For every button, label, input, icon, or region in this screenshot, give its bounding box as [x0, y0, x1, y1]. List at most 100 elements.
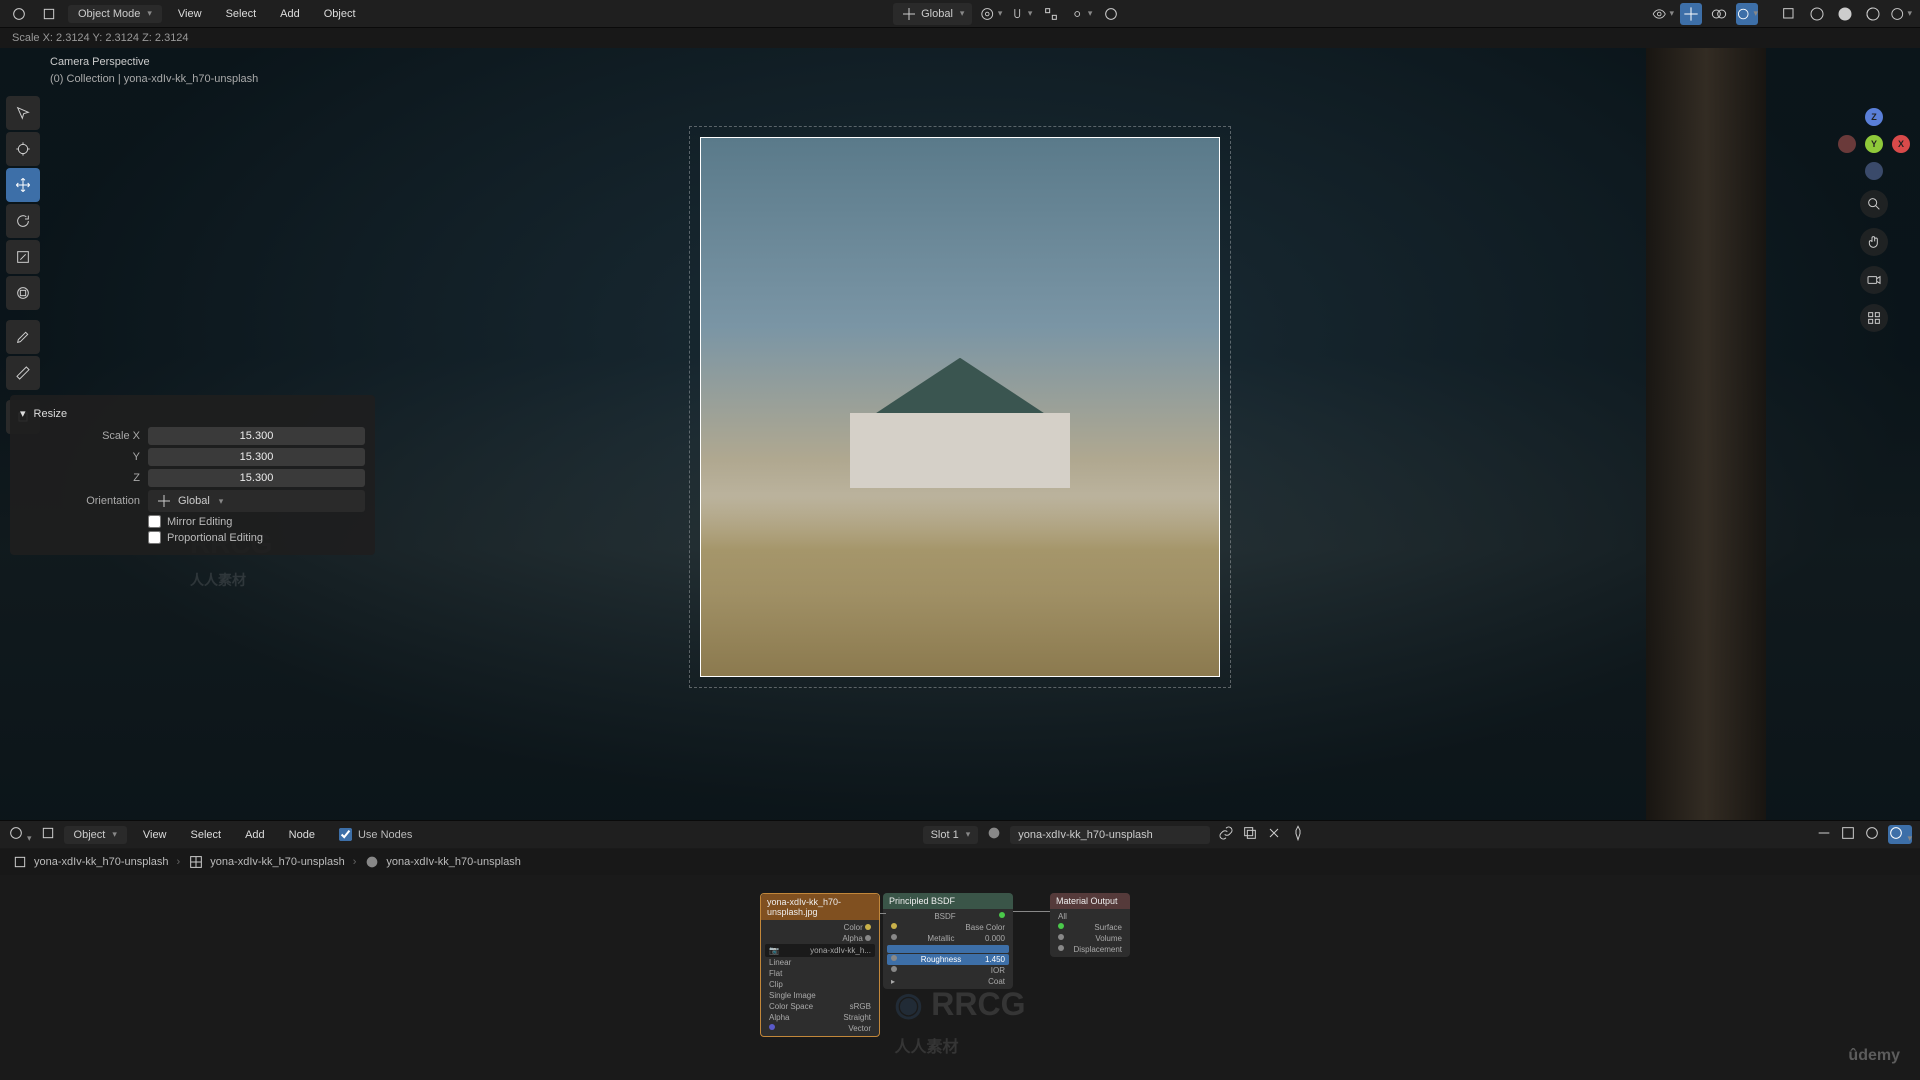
- tool-cursor[interactable]: [6, 132, 40, 166]
- material-copy-icon[interactable]: [1242, 825, 1258, 844]
- menu-add[interactable]: Add: [272, 5, 308, 23]
- node-overlays-icon[interactable]: [1888, 825, 1912, 844]
- menu-select[interactable]: Select: [218, 5, 265, 23]
- tool-scale[interactable]: [6, 240, 40, 274]
- node-right-icon-3[interactable]: [1864, 825, 1880, 844]
- node-image-texture[interactable]: yona-xdIv-kk_h70-unsplash.jpg Color Alph…: [760, 893, 880, 1037]
- node-editor[interactable]: yona-xdIv-kk_h70-unsplash.jpg Color Alph…: [0, 875, 1920, 1080]
- shading-material[interactable]: [1862, 3, 1884, 25]
- viewport-collection: (0) Collection | yona-xdIv-kk_h70-unspla…: [50, 71, 258, 88]
- material-link-icon[interactable]: [1218, 825, 1234, 844]
- zoom-icon[interactable]: [1860, 190, 1888, 218]
- breadcrumb-item-2[interactable]: yona-xdIv-kk_h70-unsplash: [188, 854, 345, 870]
- scale-y-label: Y: [20, 451, 140, 463]
- gizmo-axis-neg-z[interactable]: [1865, 162, 1883, 180]
- udemy-watermark: ûdemy: [1848, 1047, 1900, 1065]
- snap-dropdown[interactable]: [1010, 3, 1032, 25]
- chevron-right-icon: ›: [353, 856, 357, 868]
- gizmo-toggle[interactable]: [1680, 3, 1702, 25]
- gizmo-axis-y[interactable]: Y: [1865, 135, 1883, 153]
- mirror-editing-checkbox[interactable]: Mirror Editing: [148, 515, 232, 528]
- viewport-title: Camera Perspective: [50, 54, 258, 71]
- tool-select-box[interactable]: [6, 96, 40, 130]
- shading-solid[interactable]: [1834, 3, 1856, 25]
- tool-annotate[interactable]: [6, 320, 40, 354]
- proportional-edit-dropdown[interactable]: [1070, 3, 1092, 25]
- header-box-icon[interactable]: [38, 3, 60, 25]
- node-header-box-icon[interactable]: [40, 825, 56, 844]
- node-connection: [1013, 911, 1050, 912]
- use-nodes-checkbox[interactable]: Use Nodes: [339, 828, 412, 841]
- gizmo-axis-neg-x[interactable]: [1838, 135, 1856, 153]
- node-bsdf-title: Principled BSDF: [883, 893, 1013, 909]
- orientation-select-icon: [156, 493, 172, 509]
- scale-status-text: Scale X: 2.3124 Y: 2.3124 Z: 2.3124: [12, 32, 189, 44]
- mesh-icon: [188, 854, 204, 870]
- chevron-right-icon: ›: [177, 856, 181, 868]
- scale-z-field[interactable]: 15.300: [148, 469, 365, 487]
- pin-icon[interactable]: [1290, 825, 1306, 844]
- watermark-center: ◉ RRCG人人素材: [894, 985, 1025, 1060]
- material-unlink-icon[interactable]: [1266, 825, 1282, 844]
- pivot-dropdown[interactable]: [980, 3, 1002, 25]
- node-material-output[interactable]: Material Output All Surface Volume Displ…: [1050, 893, 1130, 957]
- orientation-icon: [901, 6, 917, 22]
- object-visibility-icon[interactable]: [1652, 3, 1674, 25]
- xray-toggle[interactable]: [1778, 3, 1800, 25]
- node-image-title: yona-xdIv-kk_h70-unsplash.jpg: [761, 894, 879, 920]
- camera-view-icon[interactable]: [1860, 266, 1888, 294]
- operator-panel: Resize Scale X 15.300 Y 15.300 Z 15.300 …: [10, 395, 375, 555]
- proportional-edit-toggle[interactable]: [1100, 3, 1122, 25]
- node-editor-type-icon[interactable]: [8, 825, 32, 844]
- node-editor-header: Object View Select Add Node Use Nodes Sl…: [0, 820, 1920, 848]
- transform-orientation-label: Global: [921, 8, 953, 20]
- editor-type-icon[interactable]: [8, 3, 30, 25]
- scale-y-field[interactable]: 15.300: [148, 448, 365, 466]
- material-name-field[interactable]: yona-xdIv-kk_h70-unsplash: [1010, 826, 1210, 844]
- material-sphere-icon[interactable]: [986, 825, 1002, 844]
- node-menu-view[interactable]: View: [135, 826, 175, 844]
- node-connection: [880, 913, 886, 914]
- transform-orientation[interactable]: Global: [893, 3, 972, 25]
- orientation-label: Orientation: [20, 495, 140, 507]
- gizmo-axis-x[interactable]: X: [1892, 135, 1910, 153]
- perspective-toggle-icon[interactable]: [1860, 304, 1888, 332]
- node-output-title: Material Output: [1050, 893, 1130, 909]
- overlays-toggle[interactable]: [1708, 3, 1730, 25]
- tool-transform[interactable]: [6, 276, 40, 310]
- operator-title[interactable]: Resize: [20, 403, 365, 424]
- nav-gizmo[interactable]: Z Y X: [1838, 108, 1910, 180]
- menu-object[interactable]: Object: [316, 5, 364, 23]
- shading-wireframe[interactable]: [1806, 3, 1828, 25]
- breadcrumb-item-3[interactable]: yona-xdIv-kk_h70-unsplash: [364, 854, 521, 870]
- scene-tree: [1646, 48, 1766, 820]
- proportional-editing-checkbox[interactable]: Proportional Editing: [148, 531, 263, 544]
- node-menu-node[interactable]: Node: [281, 826, 323, 844]
- tool-rotate[interactable]: [6, 204, 40, 238]
- viewport-controls-right: Z Y X: [1838, 108, 1910, 332]
- viewport-3d[interactable]: Camera Perspective (0) Collection | yona…: [0, 48, 1920, 820]
- scale-x-field[interactable]: 15.300: [148, 427, 365, 445]
- node-right-icon-1[interactable]: [1816, 825, 1832, 844]
- tool-measure[interactable]: [6, 356, 40, 390]
- node-menu-select[interactable]: Select: [183, 826, 230, 844]
- node-mode-selector[interactable]: Object: [64, 826, 127, 844]
- overlays-dropdown[interactable]: [1736, 3, 1758, 25]
- menu-view[interactable]: View: [170, 5, 210, 23]
- node-right-icon-2[interactable]: [1840, 825, 1856, 844]
- slot-selector[interactable]: Slot 1: [923, 826, 979, 844]
- pan-icon[interactable]: [1860, 228, 1888, 256]
- shading-rendered[interactable]: [1890, 3, 1912, 25]
- object-icon: [12, 854, 28, 870]
- breadcrumb-item-1[interactable]: yona-xdIv-kk_h70-unsplash: [12, 854, 169, 870]
- mode-selector[interactable]: Object Mode: [68, 5, 162, 23]
- camera-frame: [700, 137, 1220, 677]
- gizmo-axis-z[interactable]: Z: [1865, 108, 1883, 126]
- toolbar-left: [6, 96, 42, 434]
- scene-house: [830, 358, 1090, 488]
- node-principled-bsdf[interactable]: Principled BSDF BSDF Base Color Metallic…: [883, 893, 1013, 989]
- tool-move[interactable]: [6, 168, 40, 202]
- snap-toggle[interactable]: [1040, 3, 1062, 25]
- orientation-select[interactable]: Global: [148, 490, 365, 512]
- node-menu-add[interactable]: Add: [237, 826, 273, 844]
